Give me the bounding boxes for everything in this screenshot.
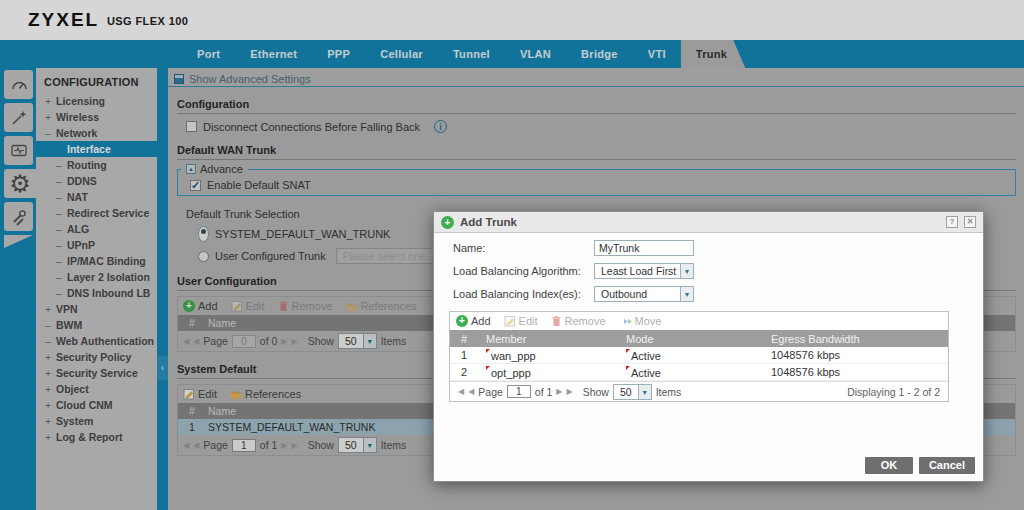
member-pagination: ◀ ◀ Page of 1 ▶ ▶ Show 50 ▼ Items Displa… [450, 381, 948, 401]
member-move-button[interactable]: Move [619, 315, 662, 327]
member-page-input[interactable] [507, 385, 531, 398]
member-table: +Add Edit Remove Move # Member Mode Egre… [449, 311, 949, 402]
member-row[interactable]: 2 opt_ppp Active 1048576 kbps [450, 364, 948, 381]
member-table-header: # Member Mode Egress Bandwidth [450, 330, 948, 347]
member-page-size-select[interactable]: 50 ▼ [613, 384, 652, 400]
name-label: Name: [453, 242, 594, 254]
trash-icon [551, 315, 562, 327]
member-remove-button[interactable]: Remove [551, 315, 606, 327]
modified-flag-icon [486, 366, 490, 370]
modified-flag-icon [486, 349, 490, 353]
displaying-info: Displaying 1 - 2 of 2 [847, 386, 940, 398]
prev-page-icon[interactable]: ◀ [468, 387, 474, 396]
dropdown-arrow-icon: ▼ [680, 264, 693, 278]
dropdown-arrow-icon: ▼ [680, 287, 693, 301]
member-edit-button[interactable]: Edit [504, 315, 538, 327]
add-icon: + [456, 315, 468, 327]
help-icon[interactable]: ? [946, 216, 958, 228]
last-page-icon[interactable]: ▶ [567, 387, 573, 396]
modified-flag-icon [626, 349, 630, 353]
member-row[interactable]: 1 wan_ppp Active 1048576 kbps [450, 347, 948, 364]
algorithm-label: Load Balancing Algorithm: [453, 265, 594, 277]
cancel-button[interactable]: Cancel [919, 457, 975, 474]
index-select[interactable]: Outbound ▼ [594, 286, 694, 302]
dialog-title-bar: + Add Trunk ? ✕ [434, 212, 983, 233]
add-trunk-dialog: + Add Trunk ? ✕ Name: Load Balancing Alg… [433, 211, 984, 482]
move-icon [619, 316, 632, 327]
modified-flag-icon [626, 366, 630, 370]
edit-icon [504, 315, 516, 327]
index-label: Load Balancing Index(es): [453, 288, 594, 300]
ok-button[interactable]: OK [865, 457, 913, 474]
dropdown-arrow-icon: ▼ [638, 385, 651, 399]
next-page-icon[interactable]: ▶ [556, 387, 562, 396]
member-add-button[interactable]: +Add [456, 315, 491, 327]
dialog-title: Add Trunk [460, 216, 517, 228]
add-icon: + [441, 216, 454, 229]
trunk-name-input[interactable] [594, 240, 694, 256]
algorithm-select[interactable]: Least Load First ▼ [594, 263, 694, 279]
first-page-icon[interactable]: ◀ [458, 387, 464, 396]
close-icon[interactable]: ✕ [964, 216, 976, 228]
